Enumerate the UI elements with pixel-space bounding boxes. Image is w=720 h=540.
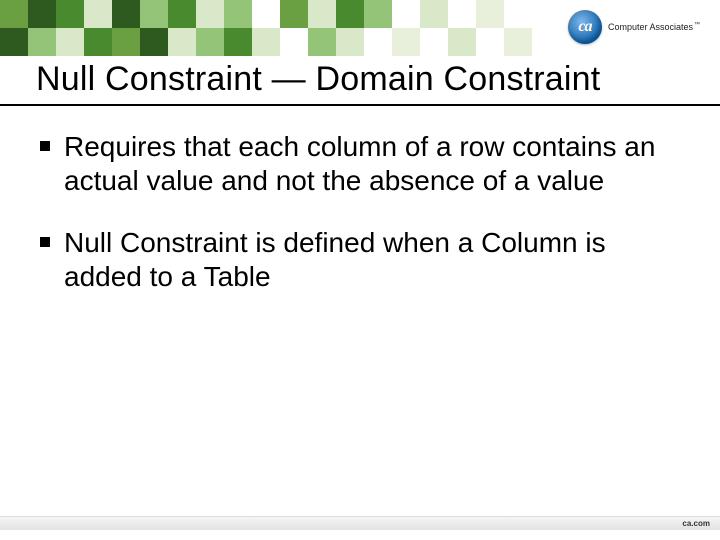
mosaic-cell bbox=[84, 28, 112, 56]
mosaic-cell bbox=[56, 28, 84, 56]
mosaic-cell bbox=[28, 0, 56, 28]
mosaic-cell bbox=[392, 28, 420, 56]
mosaic-cell bbox=[532, 28, 560, 56]
mosaic-cell bbox=[364, 28, 392, 56]
mosaic-cell bbox=[476, 0, 504, 28]
mosaic-cell bbox=[196, 0, 224, 28]
mosaic-cell bbox=[420, 0, 448, 28]
slide-title: Null Constraint — Domain Constraint bbox=[36, 60, 690, 99]
mosaic-cell bbox=[140, 0, 168, 28]
bullet-text: Requires that each column of a row conta… bbox=[64, 130, 680, 198]
brand-company-text: Computer Associates bbox=[608, 22, 693, 32]
mosaic-cell bbox=[224, 28, 252, 56]
mosaic-cell bbox=[112, 28, 140, 56]
mosaic-cell bbox=[224, 0, 252, 28]
brand-logo: ca Computer Associates ™ bbox=[568, 10, 700, 44]
mosaic-cell bbox=[280, 0, 308, 28]
mosaic-cell bbox=[140, 28, 168, 56]
mosaic-cell bbox=[168, 0, 196, 28]
mosaic-cell bbox=[336, 28, 364, 56]
mosaic-cell bbox=[448, 0, 476, 28]
mosaic-cell bbox=[532, 0, 560, 28]
mosaic-cell bbox=[84, 0, 112, 28]
title-underline bbox=[0, 104, 720, 106]
mosaic-cell bbox=[504, 0, 532, 28]
logo-badge-icon: ca bbox=[568, 10, 602, 44]
mosaic-cell bbox=[252, 28, 280, 56]
mosaic-cell bbox=[392, 0, 420, 28]
mosaic-cell bbox=[252, 0, 280, 28]
mosaic-cell bbox=[112, 0, 140, 28]
slide-body: Requires that each column of a row conta… bbox=[40, 130, 680, 323]
bullet-marker-icon bbox=[40, 237, 50, 247]
mosaic-cell bbox=[448, 28, 476, 56]
mosaic-cell bbox=[28, 28, 56, 56]
slide: ca Computer Associates ™ Null Constraint… bbox=[0, 0, 720, 540]
mosaic-cell bbox=[0, 0, 28, 28]
bullet-item: Requires that each column of a row conta… bbox=[40, 130, 680, 198]
mosaic-cell bbox=[420, 28, 448, 56]
mosaic-cell bbox=[168, 28, 196, 56]
mosaic-cell bbox=[336, 0, 364, 28]
mosaic-cell bbox=[504, 28, 532, 56]
mosaic-cell bbox=[364, 0, 392, 28]
brand-tm: ™ bbox=[694, 22, 700, 28]
mosaic-cell bbox=[56, 0, 84, 28]
logo-letters: ca bbox=[578, 18, 591, 36]
bullet-text: Null Constraint is defined when a Column… bbox=[64, 226, 680, 294]
mosaic-cell bbox=[476, 28, 504, 56]
mosaic-cell bbox=[308, 28, 336, 56]
mosaic-cell bbox=[0, 28, 28, 56]
mosaic-cell bbox=[308, 0, 336, 28]
title-area: Null Constraint — Domain Constraint bbox=[36, 60, 690, 99]
mosaic-cell bbox=[280, 28, 308, 56]
bullet-marker-icon bbox=[40, 141, 50, 151]
bullet-item: Null Constraint is defined when a Column… bbox=[40, 226, 680, 294]
brand-name: Computer Associates ™ bbox=[608, 22, 700, 32]
footer-bar bbox=[0, 516, 720, 530]
footer-link-text: ca.com bbox=[682, 519, 710, 528]
mosaic-cell bbox=[196, 28, 224, 56]
